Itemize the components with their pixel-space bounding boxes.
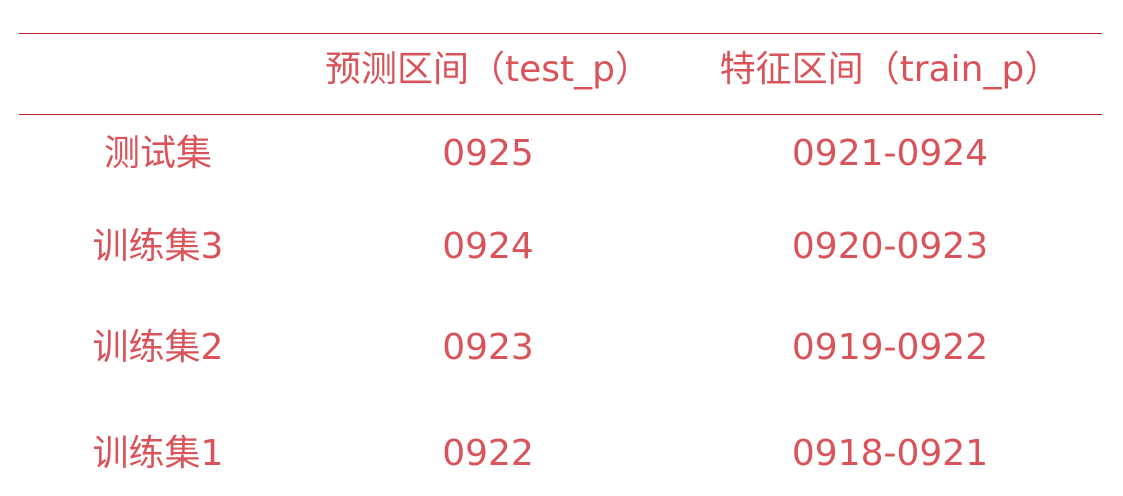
table-top-rule: [19, 33, 1102, 34]
test-period-value: 0922: [442, 433, 534, 474]
train-period-value: 0920-0923: [791, 226, 989, 267]
row-label: 测试集: [103, 133, 213, 174]
test-period-value: 0925: [442, 133, 534, 174]
test-period-value: 0923: [442, 327, 534, 368]
row-label: 训练集3: [92, 226, 224, 267]
header-train-period: 特征区间（train_p）: [719, 49, 1061, 90]
table-header-rule: [19, 114, 1102, 115]
row-label: 训练集1: [92, 433, 224, 474]
train-period-value: 0921-0924: [791, 133, 989, 174]
row-label: 训练集2: [92, 327, 224, 368]
header-test-period: 预测区间（test_p）: [325, 49, 651, 90]
train-period-value: 0919-0922: [791, 327, 989, 368]
train-period-value: 0918-0921: [791, 433, 989, 474]
test-period-value: 0924: [442, 226, 534, 267]
